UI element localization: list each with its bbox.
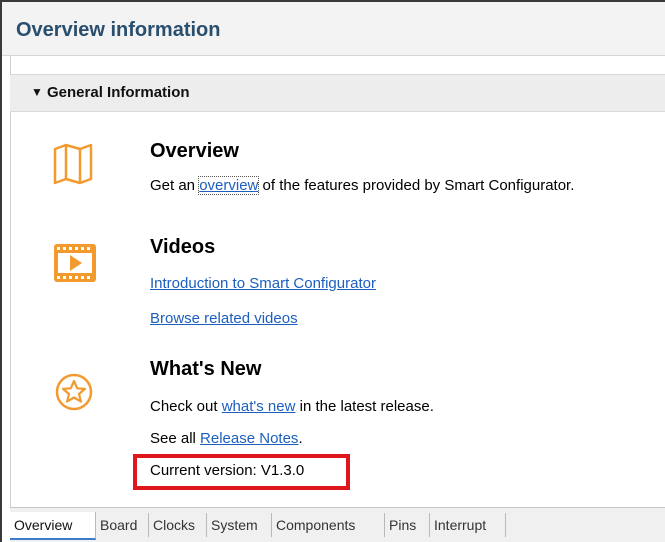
overview-description: Get an overview of the features provided… — [150, 176, 575, 195]
release-notes-suffix: . — [298, 430, 303, 447]
video-play-icon — [54, 244, 96, 282]
collapse-arrow-icon[interactable]: ▼ — [31, 85, 43, 99]
whats-new-suffix: in the latest release. — [295, 398, 434, 415]
release-notes-prefix: See all — [150, 430, 201, 447]
general-information-section-header[interactable]: ▼ General Information — [10, 74, 665, 112]
editor-tab-bar: Overview Board Clocks System Components … — [10, 507, 665, 542]
tab-board[interactable]: Board — [96, 513, 149, 537]
version-highlight-box — [133, 454, 350, 490]
tab-overview[interactable]: Overview — [10, 512, 96, 540]
tab-interrupt[interactable]: Interrupt — [430, 513, 506, 537]
release-notes-link[interactable]: Release Notes — [200, 430, 298, 447]
intro-video-link[interactable]: Introduction to Smart Configurator — [150, 275, 376, 292]
overview-title: Overview — [150, 140, 239, 162]
tab-clocks[interactable]: Clocks — [149, 513, 207, 537]
overview-link[interactable]: overview — [198, 176, 260, 195]
tab-pins[interactable]: Pins — [385, 513, 430, 537]
overview-desc-suffix: of the features provided by Smart Config… — [258, 177, 575, 194]
whats-new-link[interactable]: what's new — [222, 398, 296, 415]
star-icon — [55, 373, 93, 411]
section-label: General Information — [47, 84, 190, 101]
tab-system[interactable]: System — [207, 513, 272, 537]
browse-videos-link[interactable]: Browse related videos — [150, 310, 298, 327]
whats-new-title: What's New — [150, 358, 262, 380]
overview-desc-prefix: Get an — [150, 177, 200, 194]
page-title: Overview information — [16, 19, 221, 41]
map-icon — [53, 143, 93, 185]
whats-new-line: Check out what's new in the latest relea… — [150, 398, 434, 415]
tab-components[interactable]: Components — [272, 513, 385, 537]
videos-title: Videos — [150, 236, 216, 258]
release-notes-line: See all Release Notes. — [150, 430, 303, 447]
whats-new-prefix: Check out — [150, 398, 222, 415]
title-bar: Overview information — [2, 2, 665, 56]
